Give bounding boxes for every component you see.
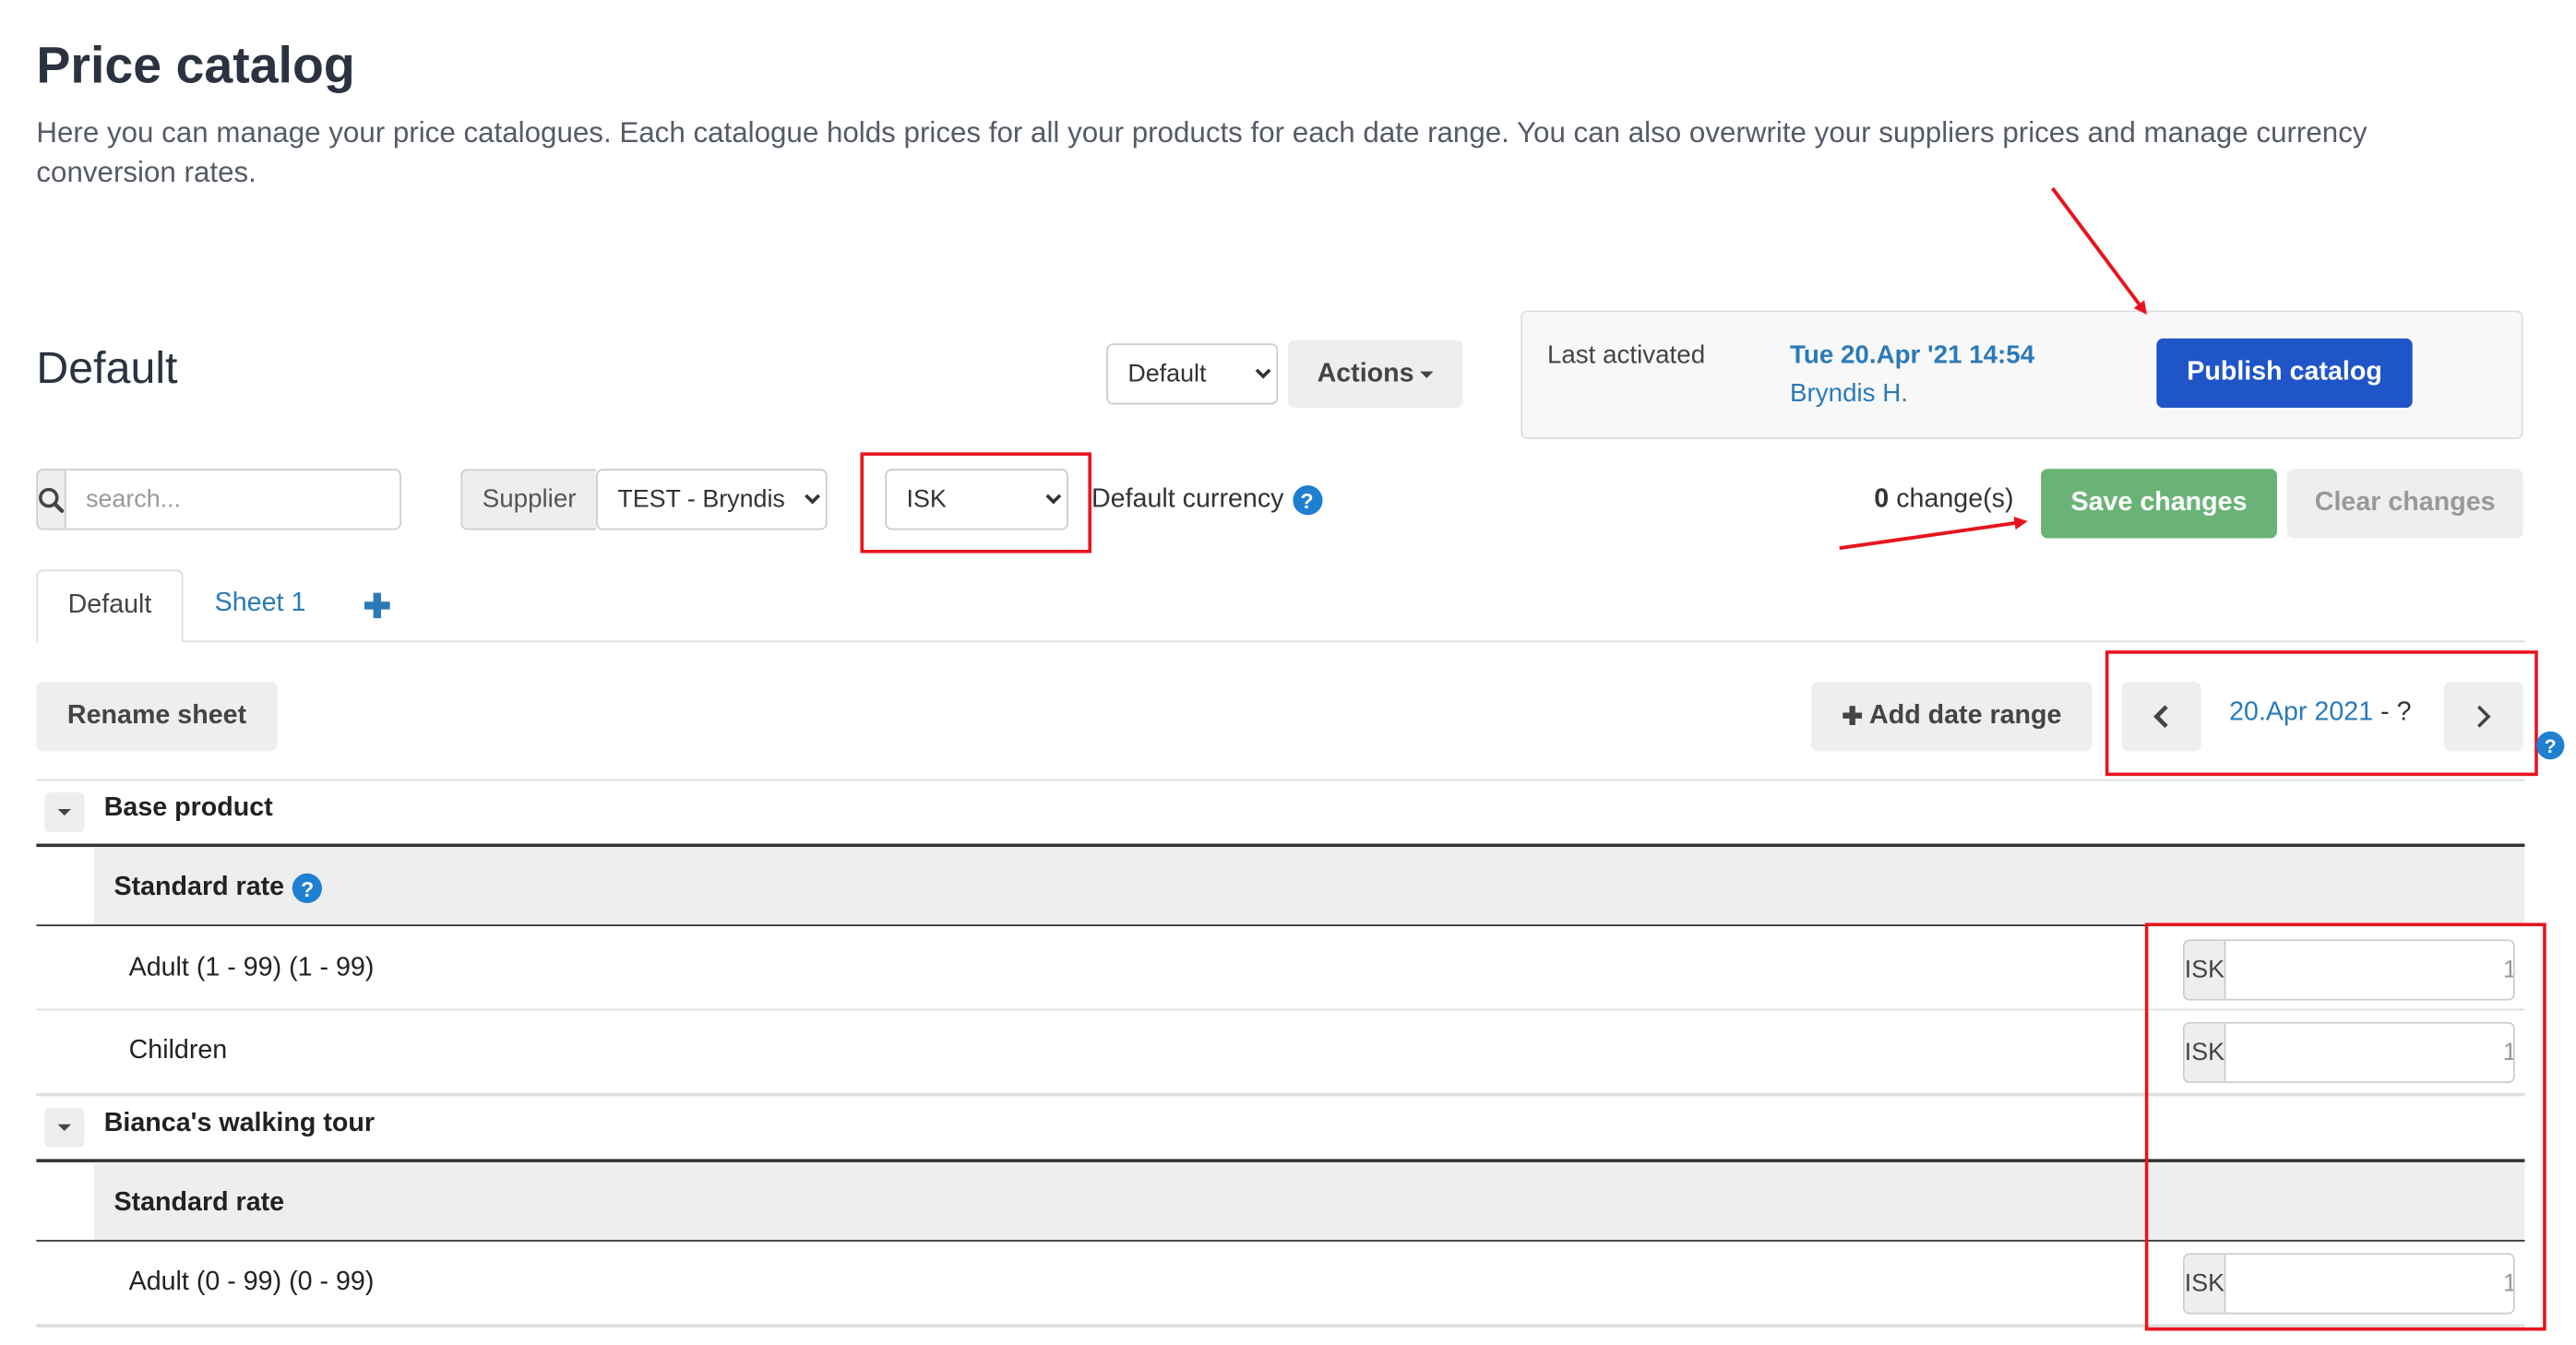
annotation-arrows — [1839, 186, 2147, 551]
arrow-to-save — [1839, 516, 2028, 551]
arrow-to-publish — [2051, 186, 2147, 315]
